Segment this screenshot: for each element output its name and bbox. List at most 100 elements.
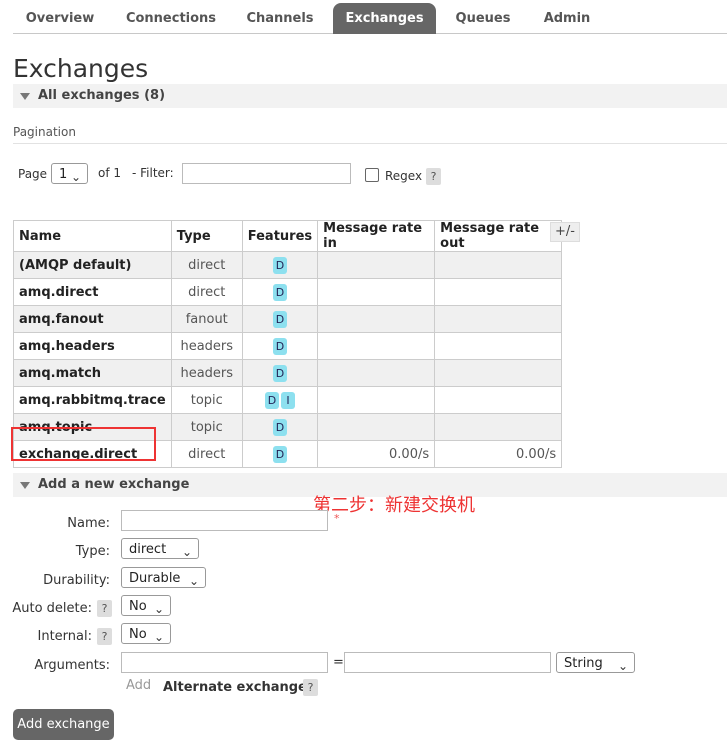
durability-select-value: Durable <box>129 571 181 586</box>
exchange-name-link[interactable]: amq.headers <box>13 332 172 360</box>
exchange-type: direct <box>170 251 243 279</box>
regex-label: Regex <box>385 169 423 183</box>
tab-exchanges[interactable]: Exchanges <box>333 3 436 34</box>
rate-in <box>317 251 436 279</box>
table-row: amq.match headers D <box>13 359 563 387</box>
internal-label: Internal: <box>37 629 92 644</box>
add-argument-link[interactable]: Add <box>126 678 151 693</box>
rate-in <box>317 278 436 306</box>
tab-queues[interactable]: Queues <box>445 3 521 34</box>
tab-admin[interactable]: Admin <box>533 3 601 34</box>
regex-checkbox[interactable] <box>365 168 379 182</box>
rate-in <box>317 413 436 441</box>
tab-channels[interactable]: Channels <box>236 3 324 34</box>
name-input[interactable] <box>121 510 328 531</box>
column-header-name[interactable]: Name <box>13 220 172 252</box>
regex-help-button[interactable]: ? <box>426 168 441 185</box>
auto-delete-help-button[interactable]: ? <box>97 600 112 617</box>
durable-badge: D <box>272 445 287 463</box>
filter-label: - Filter: <box>132 166 174 180</box>
durable-badge: D <box>264 391 279 409</box>
page-label: Page <box>18 167 48 181</box>
table-row: amq.headers headers D <box>13 332 563 360</box>
rate-out <box>434 278 563 306</box>
chevron-down-icon: ⌄ <box>153 602 164 616</box>
auto-delete-select-value: No <box>129 599 147 614</box>
rate-out <box>434 386 563 414</box>
auto-delete-label: Auto delete: <box>12 601 92 616</box>
type-select[interactable]: direct ⌄ <box>121 538 199 559</box>
column-header-rate-out[interactable]: Message rate out <box>434 220 563 252</box>
durability-label: Durability: <box>43 573 110 588</box>
exchange-name-link[interactable]: amq.match <box>13 359 172 387</box>
type-select-value: direct <box>129 542 167 557</box>
highlight-box <box>11 427 156 461</box>
internal-select[interactable]: No ⌄ <box>121 623 171 644</box>
pagination-label: Pagination <box>13 125 76 139</box>
durable-badge: D <box>272 256 287 274</box>
triangle-down-icon <box>20 482 30 489</box>
column-header-rate-in[interactable]: Message rate in <box>317 220 436 252</box>
argument-type-value: String <box>564 656 603 671</box>
page-count: of 1 <box>98 166 122 180</box>
exchange-type: direct <box>170 440 243 468</box>
required-mark: * <box>334 512 340 525</box>
add-exchange-title: Add a new exchange <box>38 477 190 492</box>
all-exchanges-title: All exchanges (8) <box>38 88 166 103</box>
rate-in <box>317 359 436 387</box>
alternate-exchange-link[interactable]: Alternate exchange <box>163 680 307 695</box>
arguments-label: Arguments: <box>34 658 110 673</box>
durable-badge: D <box>272 283 287 301</box>
features-cell: D <box>241 440 319 468</box>
rate-out <box>434 305 563 333</box>
rate-in: 0.00/s <box>317 440 436 468</box>
internal-select-value: No <box>129 627 147 642</box>
auto-delete-select[interactable]: No ⌄ <box>121 595 171 616</box>
features-cell: DI <box>241 386 319 414</box>
page-select-value: 1 <box>59 167 68 182</box>
tab-overview[interactable]: Overview <box>13 3 107 34</box>
add-exchange-button[interactable]: Add exchange <box>13 709 114 740</box>
durable-badge: D <box>272 337 287 355</box>
chevron-down-icon: ⌄ <box>153 630 164 644</box>
argument-key-input[interactable] <box>121 652 328 673</box>
internal-badge: I <box>280 391 295 409</box>
chevron-down-icon: ⌄ <box>70 170 81 184</box>
pagination-divider <box>13 143 727 144</box>
name-label: Name: <box>67 516 110 531</box>
rate-out <box>434 359 563 387</box>
rate-out <box>434 251 563 279</box>
page-select[interactable]: 1 ⌄ <box>51 163 88 184</box>
exchange-name-link[interactable]: amq.rabbitmq.trace <box>13 386 172 414</box>
rate-in <box>317 386 436 414</box>
durable-badge: D <box>272 418 287 436</box>
argument-value-input[interactable] <box>344 652 551 673</box>
durable-badge: D <box>272 310 287 328</box>
table-row: (AMQP default) direct D <box>13 251 563 279</box>
table-row: amq.direct direct D <box>13 278 563 306</box>
column-header-type[interactable]: Type <box>170 220 243 252</box>
features-cell: D <box>241 278 319 306</box>
exchange-type: fanout <box>170 305 243 333</box>
exchange-name-link[interactable]: amq.direct <box>13 278 172 306</box>
all-exchanges-toggle[interactable]: All exchanges (8) <box>13 84 727 108</box>
rate-out <box>434 413 563 441</box>
tab-connections[interactable]: Connections <box>118 3 224 34</box>
chevron-down-icon: ⌄ <box>617 659 628 673</box>
toggle-columns-button[interactable]: +/- <box>550 222 580 242</box>
table-row: amq.fanout fanout D <box>13 305 563 333</box>
exchange-type: headers <box>170 359 243 387</box>
features-cell: D <box>241 413 319 441</box>
exchange-type: topic <box>170 413 243 441</box>
exchange-type: direct <box>170 278 243 306</box>
argument-type-select[interactable]: String ⌄ <box>556 652 635 673</box>
filter-input[interactable] <box>182 163 351 184</box>
internal-help-button[interactable]: ? <box>97 628 112 645</box>
exchange-name-link[interactable]: amq.fanout <box>13 305 172 333</box>
durability-select[interactable]: Durable ⌄ <box>121 567 206 588</box>
chevron-down-icon: ⌄ <box>181 545 192 559</box>
column-header-features: Features <box>241 220 319 252</box>
alternate-exchange-help-button[interactable]: ? <box>303 679 318 696</box>
exchange-name-link[interactable]: (AMQP default) <box>13 251 172 279</box>
triangle-down-icon <box>20 93 30 100</box>
